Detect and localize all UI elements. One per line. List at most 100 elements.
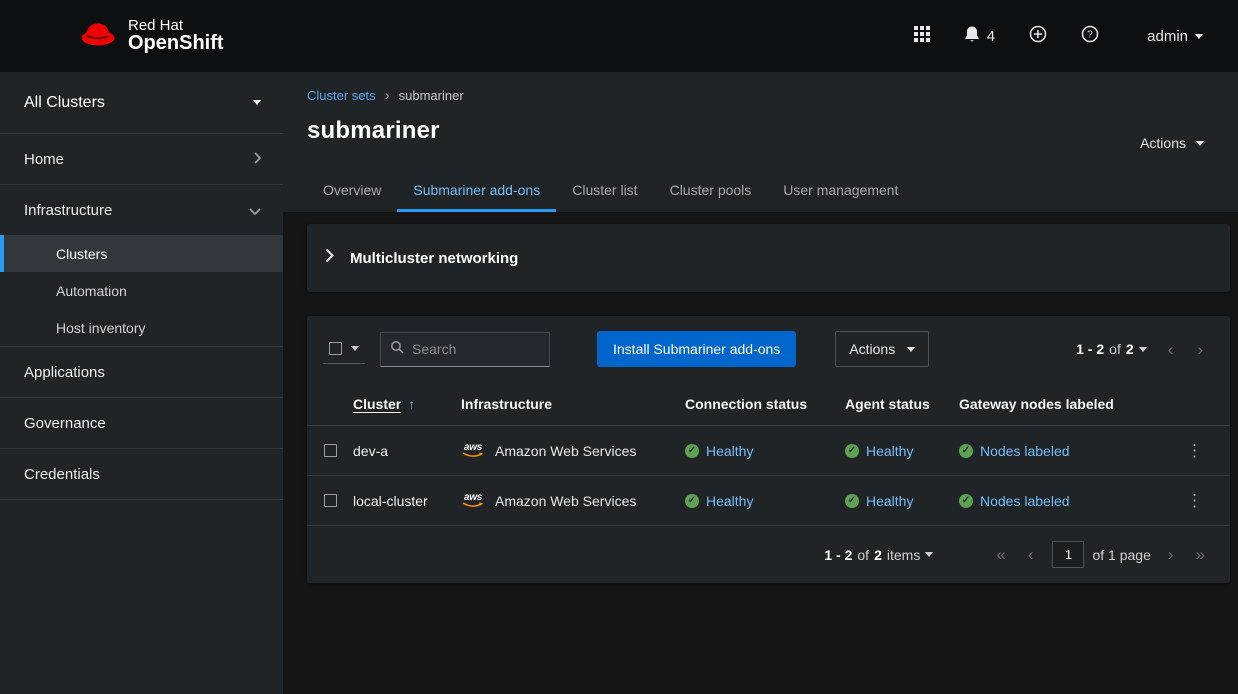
tab-cluster-list[interactable]: Cluster list — [556, 173, 653, 212]
pagination-total: 2 — [874, 547, 882, 563]
sidebar-item-governance[interactable]: Governance — [0, 398, 283, 448]
sidebar-item-label: Governance — [24, 415, 106, 432]
infrastructure-label: Amazon Web Services — [495, 443, 636, 459]
aws-icon: aws — [461, 493, 485, 508]
breadcrumb-current: submariner — [399, 88, 464, 103]
table-row: local-cluster aws Amazon Web Services ✓ … — [307, 476, 1230, 526]
pagination-range-dropdown[interactable]: 1 - 2 of 2 — [1068, 341, 1155, 357]
nav-section-applications: Applications — [0, 347, 283, 398]
multicluster-networking-panel[interactable]: Multicluster networking — [307, 224, 1230, 292]
caret-down-icon — [907, 347, 915, 352]
caret-down-icon — [1195, 34, 1203, 39]
caret-down-icon — [1139, 347, 1147, 352]
sidebar-item-host-inventory[interactable]: Host inventory — [0, 309, 283, 346]
bulk-select-checkbox[interactable] — [329, 342, 342, 355]
check-circle-icon: ✓ — [845, 444, 859, 458]
page-actions-dropdown[interactable]: Actions — [1130, 129, 1214, 157]
username-label: admin — [1147, 28, 1188, 45]
next-page-button[interactable]: › — [1157, 540, 1185, 569]
page-number-input[interactable] — [1052, 541, 1084, 568]
nav-section-credentials: Credentials — [0, 449, 283, 500]
search-icon — [390, 340, 404, 359]
column-header-gateway-nodes[interactable]: Gateway nodes labeled — [959, 396, 1176, 412]
pagination-items-label: items — [887, 547, 920, 563]
tab-submariner-add-ons[interactable]: Submariner add-ons — [397, 173, 556, 212]
sidebar-item-label: Infrastructure — [24, 202, 112, 219]
nav-section-governance: Governance — [0, 398, 283, 449]
prev-page-button[interactable]: ‹ — [1157, 335, 1185, 364]
pagination-range: 1 - 2 — [824, 547, 852, 563]
table-header-row: Cluster ↑ Infrastructure Connection stat… — [307, 382, 1230, 426]
pagination-total: 2 — [1126, 341, 1134, 357]
column-header-agent-status[interactable]: Agent status — [845, 396, 959, 412]
page-title: submariner — [307, 117, 440, 145]
caret-down-icon — [1196, 141, 1204, 146]
breadcrumb-separator-icon: › — [385, 90, 390, 102]
check-circle-icon: ✓ — [959, 444, 973, 458]
sidebar-item-label: Home — [24, 151, 64, 168]
next-page-button[interactable]: › — [1186, 335, 1214, 364]
connection-status-button[interactable]: ✓ Healthy — [685, 493, 753, 509]
caret-down-icon — [253, 100, 261, 105]
tab-bar: Overview Submariner add-ons Cluster list… — [307, 173, 1214, 212]
title-row: submariner Actions — [307, 117, 1214, 157]
openshift-logo[interactable]: Red Hat OpenShift — [78, 18, 224, 54]
breadcrumb-cluster-sets[interactable]: Cluster sets — [307, 88, 376, 103]
caret-down-icon — [351, 346, 359, 351]
row-select-checkbox[interactable] — [324, 444, 337, 457]
pagination-items-dropdown[interactable]: 1 - 2 of 2 items — [816, 547, 941, 563]
sidebar-item-automation[interactable]: Automation — [0, 272, 283, 309]
tab-user-management[interactable]: User management — [767, 173, 914, 212]
sidebar-item-home[interactable]: Home — [0, 134, 283, 184]
help-button[interactable]: ? — [1068, 17, 1112, 55]
search-field — [380, 332, 550, 367]
column-header-cluster[interactable]: Cluster ↑ — [353, 396, 461, 412]
nav-section-infrastructure: Infrastructure Clusters Automation Host … — [0, 185, 283, 347]
bulk-select-dropdown[interactable] — [323, 334, 365, 364]
submariner-table-card: Install Submariner add-ons Actions 1 - 2… — [307, 316, 1230, 583]
perspective-switcher[interactable]: All Clusters — [0, 72, 283, 134]
table-row: dev-a aws Amazon Web Services ✓ Healthy … — [307, 426, 1230, 476]
search-input[interactable] — [412, 341, 540, 357]
nav-toggle-button[interactable] — [0, 0, 62, 72]
gateway-nodes-button[interactable]: ✓ Nodes labeled — [959, 443, 1070, 459]
column-header-connection-status[interactable]: Connection status — [685, 396, 845, 412]
agent-status-button[interactable]: ✓ Healthy — [845, 443, 913, 459]
connection-status-button[interactable]: ✓ Healthy — [685, 443, 753, 459]
infrastructure-label: Amazon Web Services — [495, 493, 636, 509]
tab-cluster-pools[interactable]: Cluster pools — [654, 173, 768, 212]
masthead: Red Hat OpenShift 4 — [0, 0, 1238, 72]
sidebar-item-label: Automation — [56, 283, 127, 299]
tab-overview[interactable]: Overview — [307, 173, 397, 212]
gateway-nodes-button[interactable]: ✓ Nodes labeled — [959, 493, 1070, 509]
bell-icon — [964, 25, 980, 47]
nav-section-home: Home — [0, 134, 283, 185]
notifications-button[interactable]: 4 — [951, 17, 1008, 55]
sidebar-item-applications[interactable]: Applications — [0, 347, 283, 397]
prev-page-button[interactable]: ‹ — [1017, 540, 1045, 569]
user-menu-button[interactable]: admin — [1134, 20, 1216, 53]
infrastructure-cell: aws Amazon Web Services — [461, 443, 685, 459]
row-select-checkbox[interactable] — [324, 494, 337, 507]
aws-icon: aws — [461, 443, 485, 458]
actions-label: Actions — [849, 341, 895, 357]
notification-count-badge: 4 — [987, 28, 995, 45]
row-kebab-menu-button[interactable]: ⋮ — [1176, 437, 1214, 465]
column-header-infrastructure[interactable]: Infrastructure — [461, 396, 685, 412]
sidebar-item-infrastructure[interactable]: Infrastructure — [0, 185, 283, 235]
last-page-button[interactable]: » — [1185, 540, 1216, 569]
pagination-of-label: of — [1109, 341, 1121, 357]
chevron-right-icon — [325, 248, 334, 268]
sidebar-item-clusters[interactable]: Clusters — [0, 235, 283, 272]
create-button[interactable] — [1016, 17, 1060, 55]
table-actions-dropdown[interactable]: Actions — [835, 331, 929, 367]
app-launcher-button[interactable] — [901, 18, 943, 54]
svg-text:?: ? — [1087, 30, 1093, 41]
install-submariner-button[interactable]: Install Submariner add-ons — [597, 331, 796, 367]
chevron-right-icon — [254, 151, 261, 168]
chevron-down-icon — [249, 202, 261, 219]
sidebar-item-credentials[interactable]: Credentials — [0, 449, 283, 499]
row-kebab-menu-button[interactable]: ⋮ — [1176, 487, 1214, 515]
first-page-button[interactable]: « — [985, 540, 1016, 569]
agent-status-button[interactable]: ✓ Healthy — [845, 493, 913, 509]
